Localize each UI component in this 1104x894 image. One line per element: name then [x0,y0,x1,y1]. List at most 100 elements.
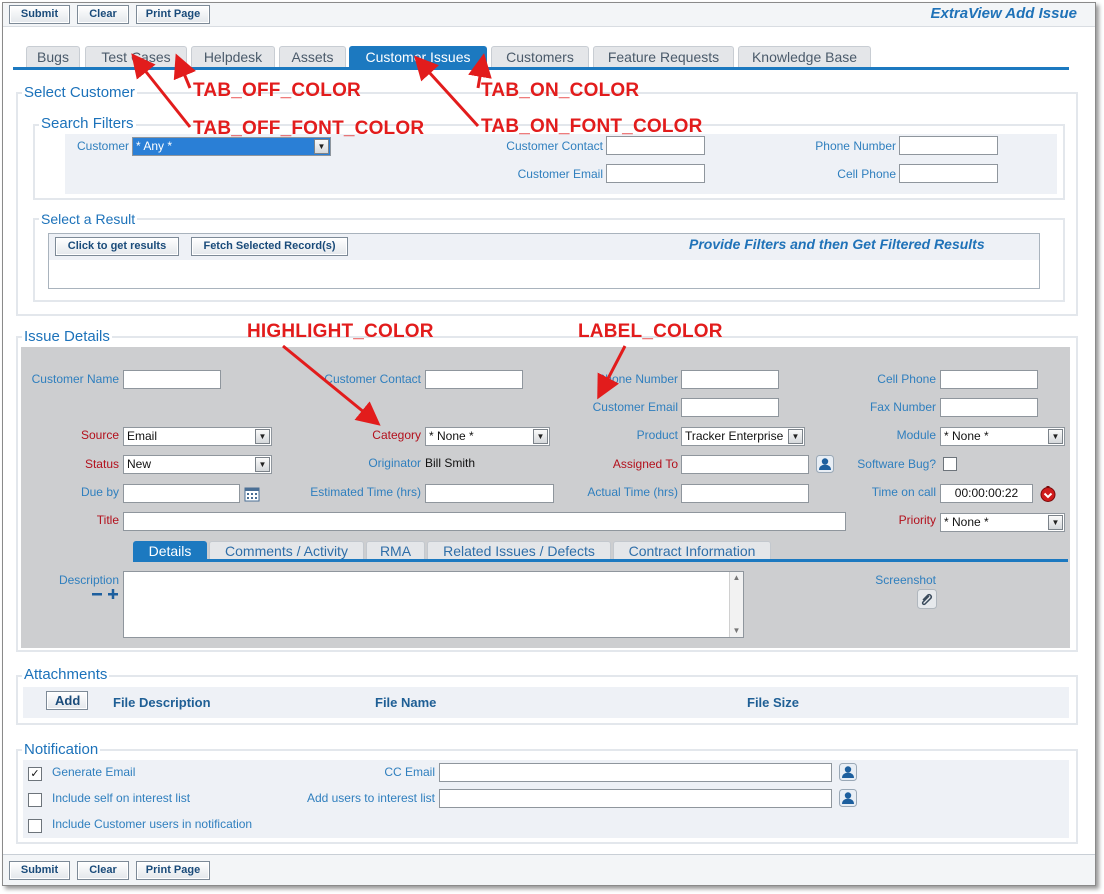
expand-icon[interactable] [107,588,119,603]
annotation-highlight-color: HIGHLIGHT_COLOR [247,321,434,342]
estimated-time-input[interactable] [425,484,554,503]
customer-email-label: Customer Email [592,400,678,414]
subtab-related-issues[interactable]: Related Issues / Defects [427,541,611,561]
module-select-value: * None * [944,429,989,443]
search-cell-input[interactable] [899,164,998,183]
status-select[interactable]: New ▼ [123,455,272,474]
chevron-down-icon: ▼ [255,429,270,444]
title-input[interactable] [123,512,846,531]
category-label: Category [372,428,421,442]
product-label: Product [636,428,678,442]
subtab-comments-activity[interactable]: Comments / Activity [209,541,364,561]
cc-user-picker-icon[interactable] [839,763,857,781]
customer-name-label: Customer Name [31,372,119,386]
chevron-down-icon: ▼ [533,429,548,444]
due-by-input[interactable] [123,484,240,503]
customer-email-input[interactable] [681,398,779,417]
generate-email-label: Generate Email [52,765,136,779]
actual-time-label: Actual Time (hrs) [587,485,678,499]
category-select[interactable]: * None * ▼ [425,427,550,446]
collapse-icon[interactable] [91,588,103,603]
subtab-rma[interactable]: RMA [366,541,425,561]
user-picker-icon[interactable] [816,455,834,473]
priority-label: Priority [898,513,936,527]
annotation-tab-off-color: TAB_OFF_COLOR [193,80,361,101]
priority-select[interactable]: * None * ▼ [940,513,1065,532]
fax-number-label: Fax Number [869,400,936,414]
clear-button[interactable]: Clear [77,5,129,24]
clear-button-bottom[interactable]: Clear [77,861,129,880]
scroll-up-icon[interactable]: ▲ [730,572,743,584]
description-textarea[interactable] [123,571,744,638]
priority-select-value: * None * [944,515,989,529]
include-self-checkbox[interactable] [28,793,42,807]
submit-button[interactable]: Submit [9,5,70,24]
tab-helpdesk[interactable]: Helpdesk [191,46,275,68]
time-on-call-label: Time on call [871,485,936,499]
assigned-to-input[interactable] [681,455,809,474]
add-attachment-button[interactable]: Add [46,691,88,710]
subtab-underline [133,559,1068,562]
subtab-contract-information[interactable]: Contract Information [613,541,771,561]
category-select-value: * None * [429,429,474,443]
screenshot-label: Screenshot [875,573,936,587]
file-name-header: File Name [375,695,437,710]
search-email-input[interactable] [606,164,705,183]
search-filters-legend: Search Filters [39,115,136,132]
customer-contact-input[interactable] [425,370,523,389]
tab-assets[interactable]: Assets [279,46,346,68]
tab-bugs[interactable]: Bugs [26,46,80,68]
source-select[interactable]: Email ▼ [123,427,272,446]
title-label: Title [96,513,119,527]
product-select-value: Tracker Enterprise [685,429,784,443]
description-scrollbar[interactable]: ▲ ▼ [729,572,743,637]
file-size-header: File Size [747,695,800,710]
fax-number-input[interactable] [940,398,1038,417]
cc-email-input[interactable] [439,763,832,782]
paperclip-icon[interactable] [917,589,937,609]
interest-user-picker-icon[interactable] [839,789,857,807]
status-label: Status [84,457,119,471]
include-customer-label: Include Customer users in notification [52,817,253,831]
chevron-down-icon: ▼ [788,429,803,444]
file-description-header: File Description [113,695,211,710]
include-self-label: Include self on interest list [52,791,191,805]
submit-button-bottom[interactable]: Submit [9,861,70,880]
tab-test-cases[interactable]: Test Cases [85,46,187,68]
product-select[interactable]: Tracker Enterprise ▼ [681,427,805,446]
timer-icon[interactable] [1039,485,1057,503]
scroll-down-icon[interactable]: ▼ [730,625,743,637]
search-contact-input[interactable] [606,136,705,155]
calendar-icon[interactable] [243,485,261,503]
customer-name-input[interactable] [123,370,221,389]
chevron-down-icon: ▼ [1048,515,1063,530]
time-on-call-input[interactable]: 00:00:00:22 [940,484,1033,503]
add-users-label: Add users to interest list [306,791,435,805]
tab-customer-issues[interactable]: Customer Issues [349,46,487,68]
source-select-value: Email [127,429,158,443]
cell-phone-input[interactable] [940,370,1038,389]
search-phone-label: Phone Number [815,139,896,153]
software-bug-checkbox[interactable] [943,457,957,471]
print-page-button-bottom[interactable]: Print Page [136,861,210,880]
chevron-down-icon: ▼ [255,457,270,472]
annotation-label-color: LABEL_COLOR [578,321,723,342]
annotation-tab-on-font-color: TAB_ON_FONT_COLOR [481,116,703,137]
customer-contact-label: Customer Contact [324,372,421,386]
search-phone-input[interactable] [899,136,998,155]
generate-email-checkbox[interactable]: ✓ [28,767,42,781]
include-customer-checkbox[interactable] [28,819,42,833]
phone-number-input[interactable] [681,370,779,389]
module-select[interactable]: * None * ▼ [940,427,1065,446]
tab-customers[interactable]: Customers [491,46,589,68]
add-users-input[interactable] [439,789,832,808]
cc-email-label: CC Email [384,765,435,779]
bottom-toolbar: Submit Clear Print Page [3,854,1095,885]
subtab-details[interactable]: Details [133,541,207,561]
print-page-button[interactable]: Print Page [136,5,210,24]
fetch-selected-button[interactable]: Fetch Selected Record(s) [191,237,348,256]
get-results-button[interactable]: Click to get results [55,237,179,256]
tab-feature-requests[interactable]: Feature Requests [593,46,734,68]
tab-knowledge-base[interactable]: Knowledge Base [738,46,871,68]
actual-time-input[interactable] [681,484,809,503]
